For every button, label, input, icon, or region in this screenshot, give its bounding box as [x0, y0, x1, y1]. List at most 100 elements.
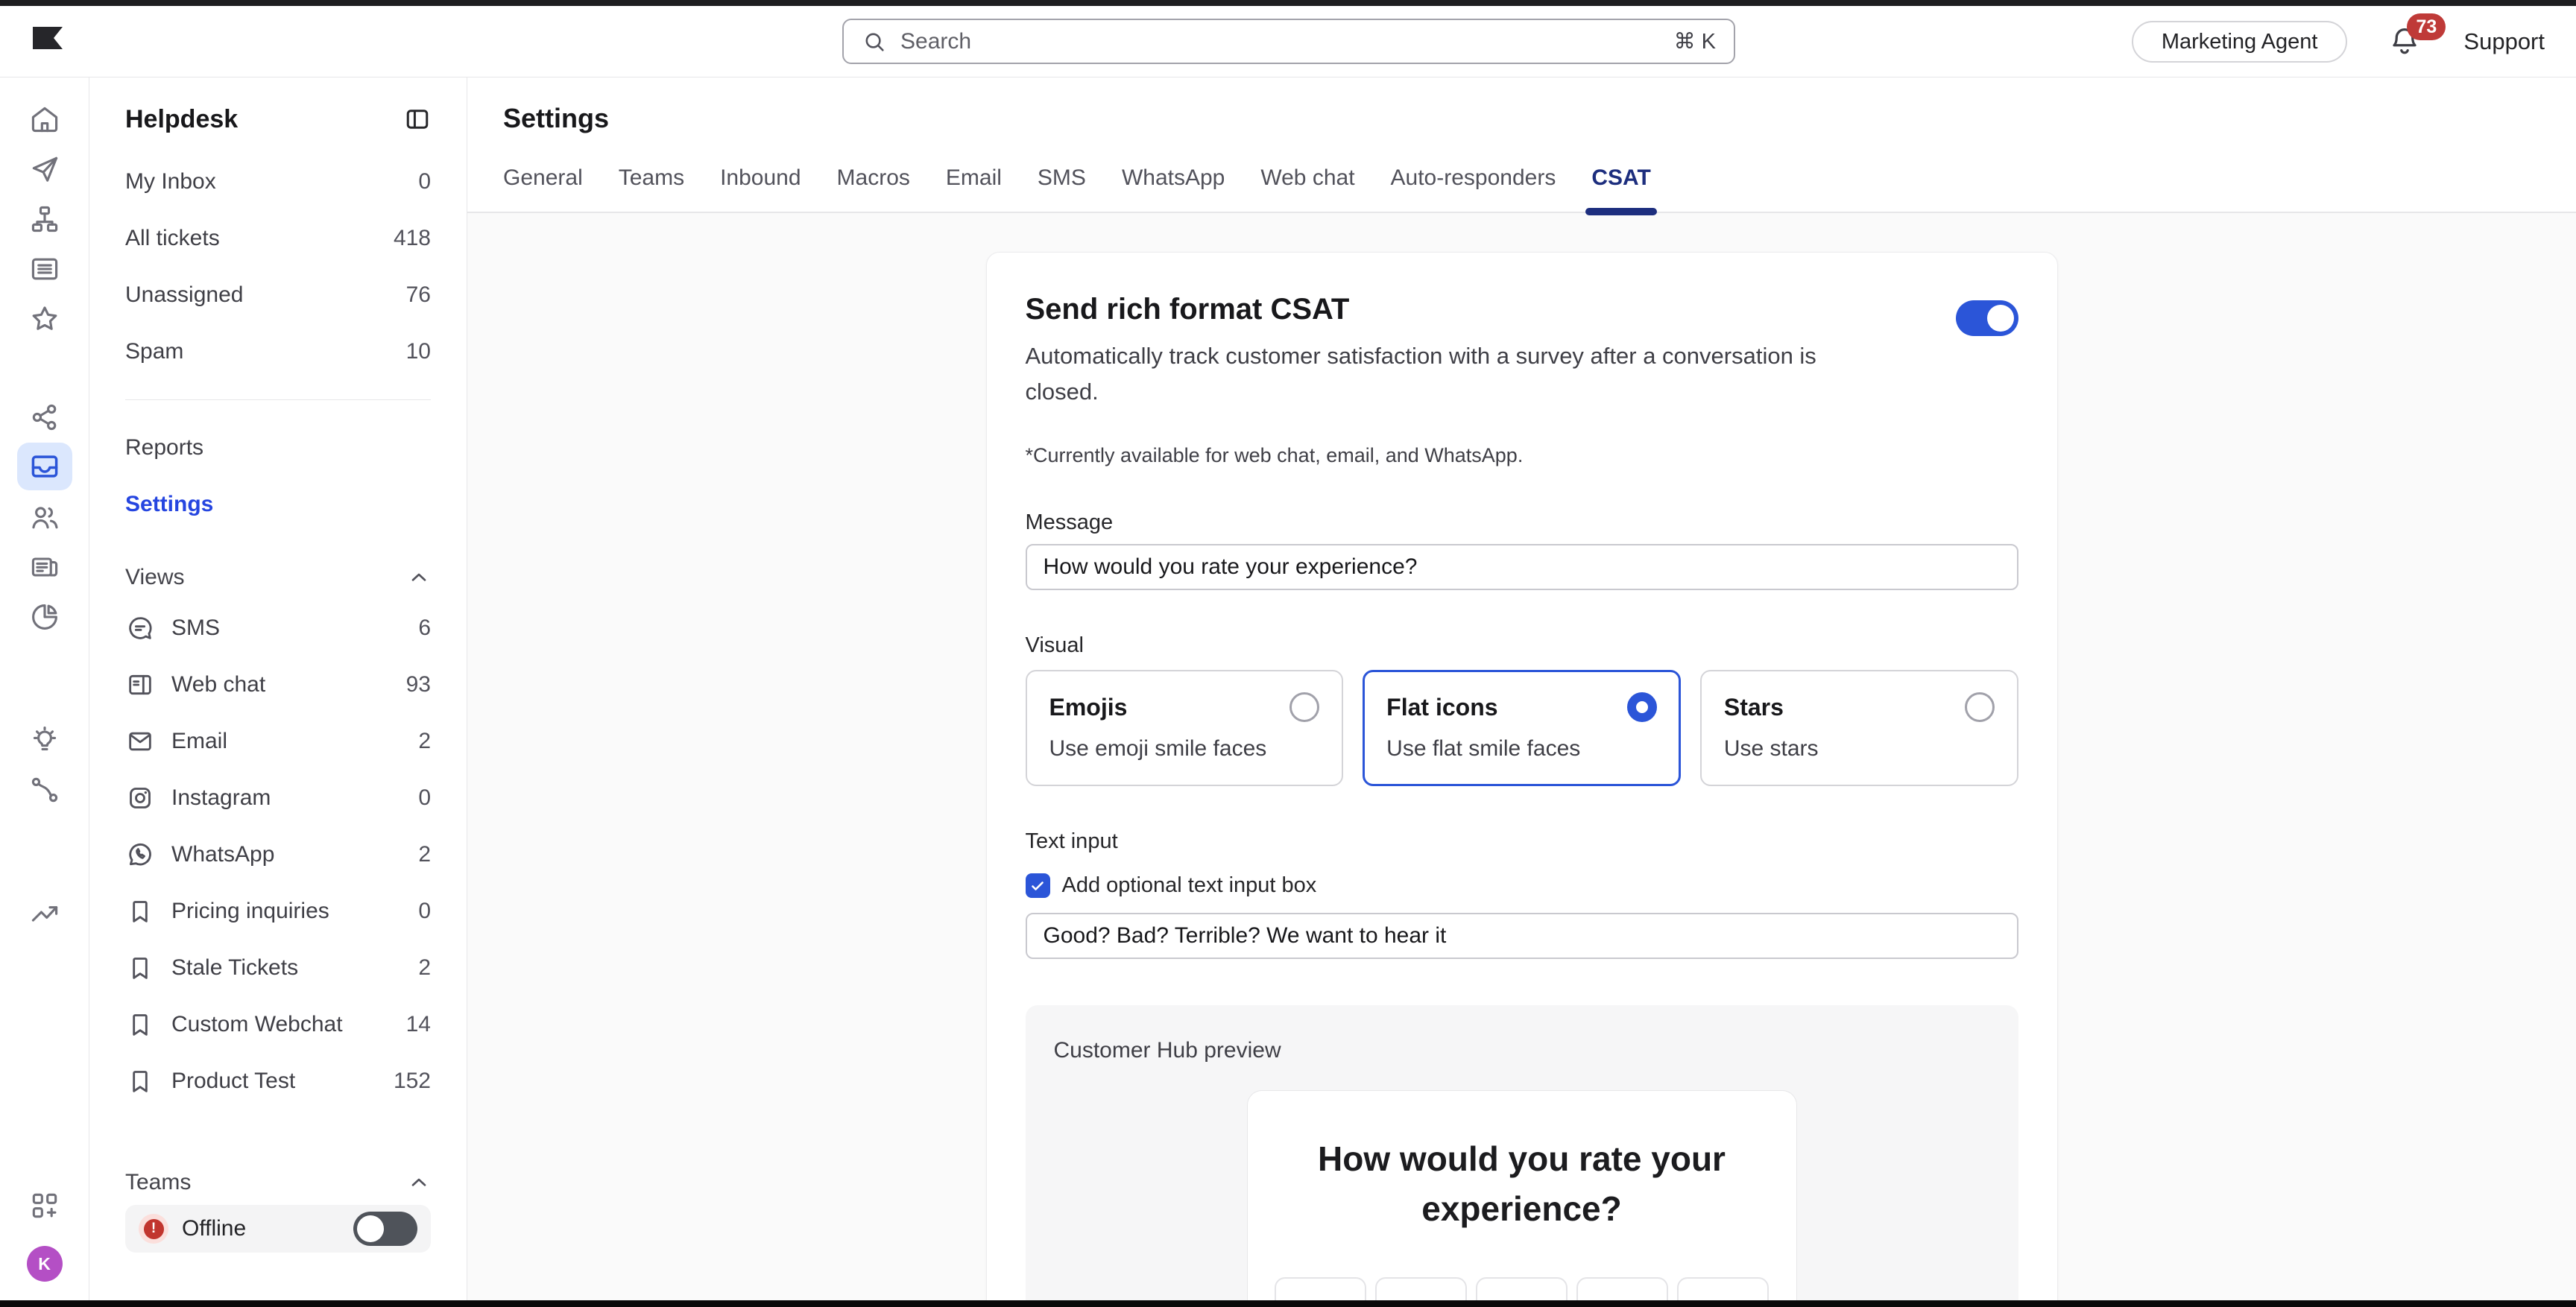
webchat-panel-icon [125, 670, 155, 700]
view-item-stale-tickets[interactable]: Stale Tickets 2 [107, 940, 449, 996]
notifications-button[interactable]: 73 [2387, 24, 2423, 60]
rating-happy-button[interactable] [1576, 1277, 1668, 1301]
tab-auto-responders[interactable]: Auto-responders [1391, 165, 1556, 212]
workspace-button[interactable]: Marketing Agent [2132, 21, 2348, 63]
check-icon [1029, 877, 1046, 895]
count-badge: 14 [406, 1012, 431, 1037]
support-link[interactable]: Support [2463, 28, 2545, 55]
view-item-product-test[interactable]: Product Test 152 [107, 1053, 449, 1110]
rail-inbox-button[interactable] [17, 443, 72, 490]
chevron-up-icon [407, 566, 431, 589]
settings-tabs: General Teams Inbound Macros Email SMS W… [467, 165, 2576, 213]
pie-chart-icon [28, 601, 61, 633]
sidebar-item-settings[interactable]: Settings [107, 476, 449, 533]
availability-status-card: ! Offline [125, 1205, 431, 1253]
icon-rail: K [0, 77, 89, 1301]
view-item-whatsapp[interactable]: WhatsApp 2 [107, 826, 449, 883]
rating-sad-button[interactable] [1375, 1277, 1467, 1301]
views-section-header[interactable]: Views [107, 555, 449, 600]
user-avatar[interactable]: K [27, 1246, 63, 1282]
rail-flows-button[interactable] [17, 194, 72, 244]
tab-web-chat[interactable]: Web chat [1260, 165, 1354, 212]
notification-count-badge: 73 [2407, 13, 2446, 40]
newspaper-icon [28, 551, 61, 583]
offline-alert-icon: ! [139, 1214, 168, 1244]
rating-neutral-button[interactable] [1476, 1277, 1568, 1301]
tab-email[interactable]: Email [946, 165, 1002, 212]
rail-reports-button[interactable] [17, 592, 72, 642]
rail-contacts-button[interactable] [17, 492, 72, 542]
message-input[interactable] [1026, 544, 2018, 590]
sidebar-item-all-tickets[interactable]: All tickets 418 [107, 210, 449, 267]
search-input[interactable]: Search ⌘ K [842, 19, 1735, 64]
lightbulb-icon [28, 724, 61, 756]
rail-journal-button[interactable] [17, 244, 72, 294]
whatsapp-icon [125, 840, 155, 870]
rail-send-button[interactable] [17, 144, 72, 194]
tab-sms[interactable]: SMS [1038, 165, 1086, 212]
sidebar-item-reports[interactable]: Reports [107, 420, 449, 476]
journal-icon [28, 253, 61, 285]
route-icon [28, 773, 61, 806]
sidebar-item-unassigned[interactable]: Unassigned 76 [107, 267, 449, 323]
rail-journeys-button[interactable] [17, 765, 72, 814]
count-badge: 2 [418, 729, 431, 754]
radio-unchecked-icon[interactable] [1965, 692, 1995, 722]
bookmark-icon [125, 896, 155, 926]
settings-content: Send rich format CSAT Automatically trac… [467, 213, 2576, 1301]
view-item-web-chat[interactable]: Web chat 93 [107, 656, 449, 713]
rail-favorites-button[interactable] [17, 294, 72, 344]
optional-text-input[interactable] [1026, 913, 2018, 959]
count-badge: 418 [394, 226, 431, 251]
rating-very-sad-button[interactable] [1275, 1277, 1366, 1301]
tab-macros[interactable]: Macros [837, 165, 910, 212]
tab-whatsapp[interactable]: WhatsApp [1122, 165, 1225, 212]
teams-section-header[interactable]: Teams [107, 1160, 449, 1205]
collapse-panel-icon[interactable] [404, 106, 431, 133]
bookmark-icon [125, 1066, 155, 1096]
tab-general[interactable]: General [503, 165, 583, 212]
view-item-custom-webchat[interactable]: Custom Webchat 14 [107, 996, 449, 1053]
preview-survey-card: How would you rate your experience? [1247, 1090, 1797, 1301]
visual-option-stars[interactable]: Stars Use stars [1700, 670, 2018, 786]
view-item-instagram[interactable]: Instagram 0 [107, 770, 449, 826]
tab-inbound[interactable]: Inbound [720, 165, 801, 212]
count-badge: 2 [418, 955, 431, 981]
rail-news-button[interactable] [17, 542, 72, 592]
view-item-email[interactable]: Email 2 [107, 713, 449, 770]
rail-connections-button[interactable] [17, 392, 72, 442]
sidebar-item-my-inbox[interactable]: My Inbox 0 [107, 154, 449, 210]
view-item-pricing-inquiries[interactable]: Pricing inquiries 0 [107, 883, 449, 940]
rating-very-happy-button[interactable] [1677, 1277, 1769, 1301]
view-item-sms[interactable]: SMS 6 [107, 600, 449, 656]
search-shortcut: ⌘ K [1674, 28, 1716, 54]
optional-text-checkbox[interactable] [1026, 873, 1050, 898]
instagram-icon [125, 783, 155, 813]
count-badge: 93 [406, 672, 431, 697]
org-chart-icon [28, 203, 61, 235]
visual-option-flat-icons[interactable]: Flat icons Use flat smile faces [1363, 670, 1681, 786]
visual-option-emojis[interactable]: Emojis Use emoji smile faces [1026, 670, 1344, 786]
main-panel: Settings General Teams Inbound Macros Em… [467, 77, 2576, 1301]
card-description: Automatically track customer satisfactio… [1026, 338, 1883, 410]
bookmark-icon [125, 953, 155, 983]
page-title: Settings [503, 103, 2576, 134]
radio-unchecked-icon[interactable] [1289, 692, 1319, 722]
rail-home-button[interactable] [17, 94, 72, 144]
tab-csat[interactable]: CSAT [1591, 165, 1650, 212]
count-badge: 2 [418, 842, 431, 867]
tab-teams[interactable]: Teams [619, 165, 684, 212]
count-badge: 0 [418, 785, 431, 811]
rail-apps-button[interactable] [17, 1180, 72, 1230]
app-logo[interactable] [33, 27, 63, 49]
rail-growth-button[interactable] [17, 887, 72, 937]
rail-insights-button[interactable] [17, 715, 72, 765]
count-badge: 0 [418, 899, 431, 924]
star-icon [28, 303, 61, 335]
radio-checked-icon[interactable] [1627, 692, 1657, 722]
csat-settings-card: Send rich format CSAT Automatically trac… [986, 252, 2058, 1301]
search-placeholder: Search [900, 29, 971, 54]
availability-toggle[interactable] [353, 1212, 417, 1246]
csat-enabled-toggle[interactable] [1956, 300, 2018, 336]
sidebar-item-spam[interactable]: Spam 10 [107, 323, 449, 380]
